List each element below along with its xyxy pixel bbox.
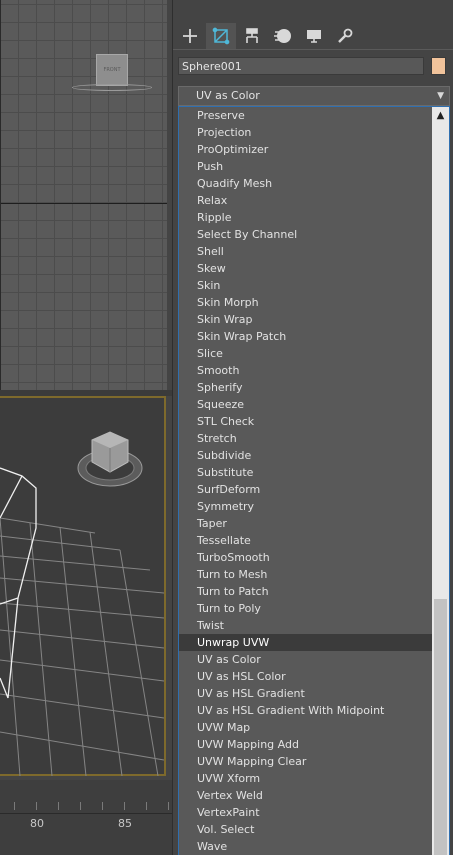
command-panel-tabs <box>173 13 453 50</box>
modifier-list-item[interactable]: Turn to Poly <box>179 600 432 617</box>
modifier-list-item[interactable]: Smooth <box>179 362 432 379</box>
modifier-list-item[interactable]: UV as HSL Gradient With Midpoint <box>179 702 432 719</box>
modifier-list-item[interactable]: Symmetry <box>179 498 432 515</box>
modifier-list-item[interactable]: Turn to Patch <box>179 583 432 600</box>
tick <box>58 802 59 810</box>
tick <box>146 802 147 810</box>
create-plus-icon[interactable] <box>175 23 205 49</box>
modifier-list-item[interactable]: UVW Map <box>179 719 432 736</box>
modifier-list-item[interactable]: Preserve <box>179 107 432 124</box>
modifier-list-dropdown[interactable]: UV as Color ▼ <box>178 86 450 106</box>
grid-axis-horizontal <box>0 203 167 204</box>
tick <box>80 802 81 810</box>
tick <box>102 802 103 810</box>
modifier-list-items: Preserve Projection ProOptimizer Push Quadif… <box>179 107 432 855</box>
grid-axis-vertical <box>0 0 1 390</box>
object-color-swatch[interactable] <box>431 57 446 75</box>
modifier-list-item[interactable]: Subdivide <box>179 447 432 464</box>
modifier-list-item[interactable]: STL Check <box>179 413 432 430</box>
perspective-scene <box>0 431 164 776</box>
modifier-list-item[interactable]: Select By Channel <box>179 226 432 243</box>
tick <box>14 802 15 810</box>
modifier-list-item[interactable]: Vertex Weld <box>179 787 432 804</box>
modifier-list-item[interactable]: Wave <box>179 838 432 855</box>
modifier-list-item[interactable]: Projection <box>179 124 432 141</box>
tick <box>168 802 169 810</box>
modifier-list-value: UV as Color <box>196 89 260 102</box>
modifier-list-item[interactable]: UV as HSL Color <box>179 668 432 685</box>
modifier-list-item[interactable]: Skin Wrap <box>179 311 432 328</box>
modifier-list-item[interactable]: UV as Color <box>179 651 432 668</box>
modifier-list-item[interactable]: Quadify Mesh <box>179 175 432 192</box>
modifier-list-item[interactable]: Skin <box>179 277 432 294</box>
viewcube[interactable]: FRONT <box>96 54 128 86</box>
modifier-list-item[interactable]: UV as HSL Gradient <box>179 685 432 702</box>
viewcube-compass-ring[interactable] <box>72 84 152 91</box>
modifier-list-item[interactable]: Unwrap UVW <box>179 634 432 651</box>
modifier-list-scrollbar[interactable]: ▲ <box>432 107 449 855</box>
display-icon[interactable] <box>299 23 329 49</box>
command-panel: UV as Color ▼ PreserveProjectionProOptim… <box>172 0 453 855</box>
modifier-list-item[interactable]: Relax <box>179 192 432 209</box>
modifier-list-item[interactable]: Stretch <box>179 430 432 447</box>
modifier-list-item[interactable]: Tessellate <box>179 532 432 549</box>
modifier-list-item[interactable]: ProOptimizer <box>179 141 432 158</box>
modifier-list-item[interactable]: Push <box>179 158 432 175</box>
viewcube-perspective <box>77 431 143 487</box>
modifier-list-item[interactable]: UVW Mapping Clear <box>179 753 432 770</box>
modifier-list-item[interactable]: Spherify <box>179 379 432 396</box>
modifier-list-item[interactable]: Taper <box>179 515 432 532</box>
scroll-thumb[interactable] <box>434 599 447 855</box>
dropdown-arrow-icon[interactable]: ▼ <box>437 87 444 105</box>
modifier-list-item[interactable]: TurboSmooth <box>179 549 432 566</box>
tick <box>36 802 37 810</box>
modifier-list-item[interactable]: VertexPaint <box>179 804 432 821</box>
modifier-list-item[interactable]: UVW Mapping Add <box>179 736 432 753</box>
modifier-list-item[interactable]: Turn to Mesh <box>179 566 432 583</box>
utilities-wrench-icon[interactable] <box>330 23 360 49</box>
modifier-list-item[interactable]: Slice <box>179 345 432 362</box>
modify-icon[interactable] <box>206 23 236 49</box>
modifier-list-popup[interactable]: Preserve Projection ProOptimizer Push Quadif… <box>178 106 450 855</box>
top-viewport[interactable]: FRONT <box>0 0 167 390</box>
modifier-list-item[interactable]: Squeeze <box>179 396 432 413</box>
timeline-ticks <box>0 802 172 812</box>
scroll-up-arrow-icon[interactable]: ▲ <box>432 107 449 124</box>
modifier-list-item[interactable]: SurfDeform <box>179 481 432 498</box>
modifier-list-item[interactable]: Twist <box>179 617 432 634</box>
motion-icon[interactable] <box>268 23 298 49</box>
tick <box>124 802 125 810</box>
timeline-ruler[interactable]: 80 85 <box>0 780 172 855</box>
timeline-label: 80 <box>30 817 44 830</box>
modifier-list-item[interactable]: Skin Morph <box>179 294 432 311</box>
timeline-label: 85 <box>118 817 132 830</box>
timeline-baseline <box>0 813 172 814</box>
hierarchy-icon[interactable] <box>237 23 267 49</box>
modifier-list-item[interactable]: Vol. Select <box>179 821 432 838</box>
modifier-list-item[interactable]: Skew <box>179 260 432 277</box>
modifier-list-item[interactable]: Substitute <box>179 464 432 481</box>
modifier-list-item[interactable]: Shell <box>179 243 432 260</box>
perspective-viewport[interactable] <box>0 396 166 776</box>
modifier-list-item[interactable]: Skin Wrap Patch <box>179 328 432 345</box>
modifier-list-item[interactable]: UVW Xform <box>179 770 432 787</box>
modifier-list-item[interactable]: Ripple <box>179 209 432 226</box>
object-name-field[interactable] <box>178 57 424 75</box>
